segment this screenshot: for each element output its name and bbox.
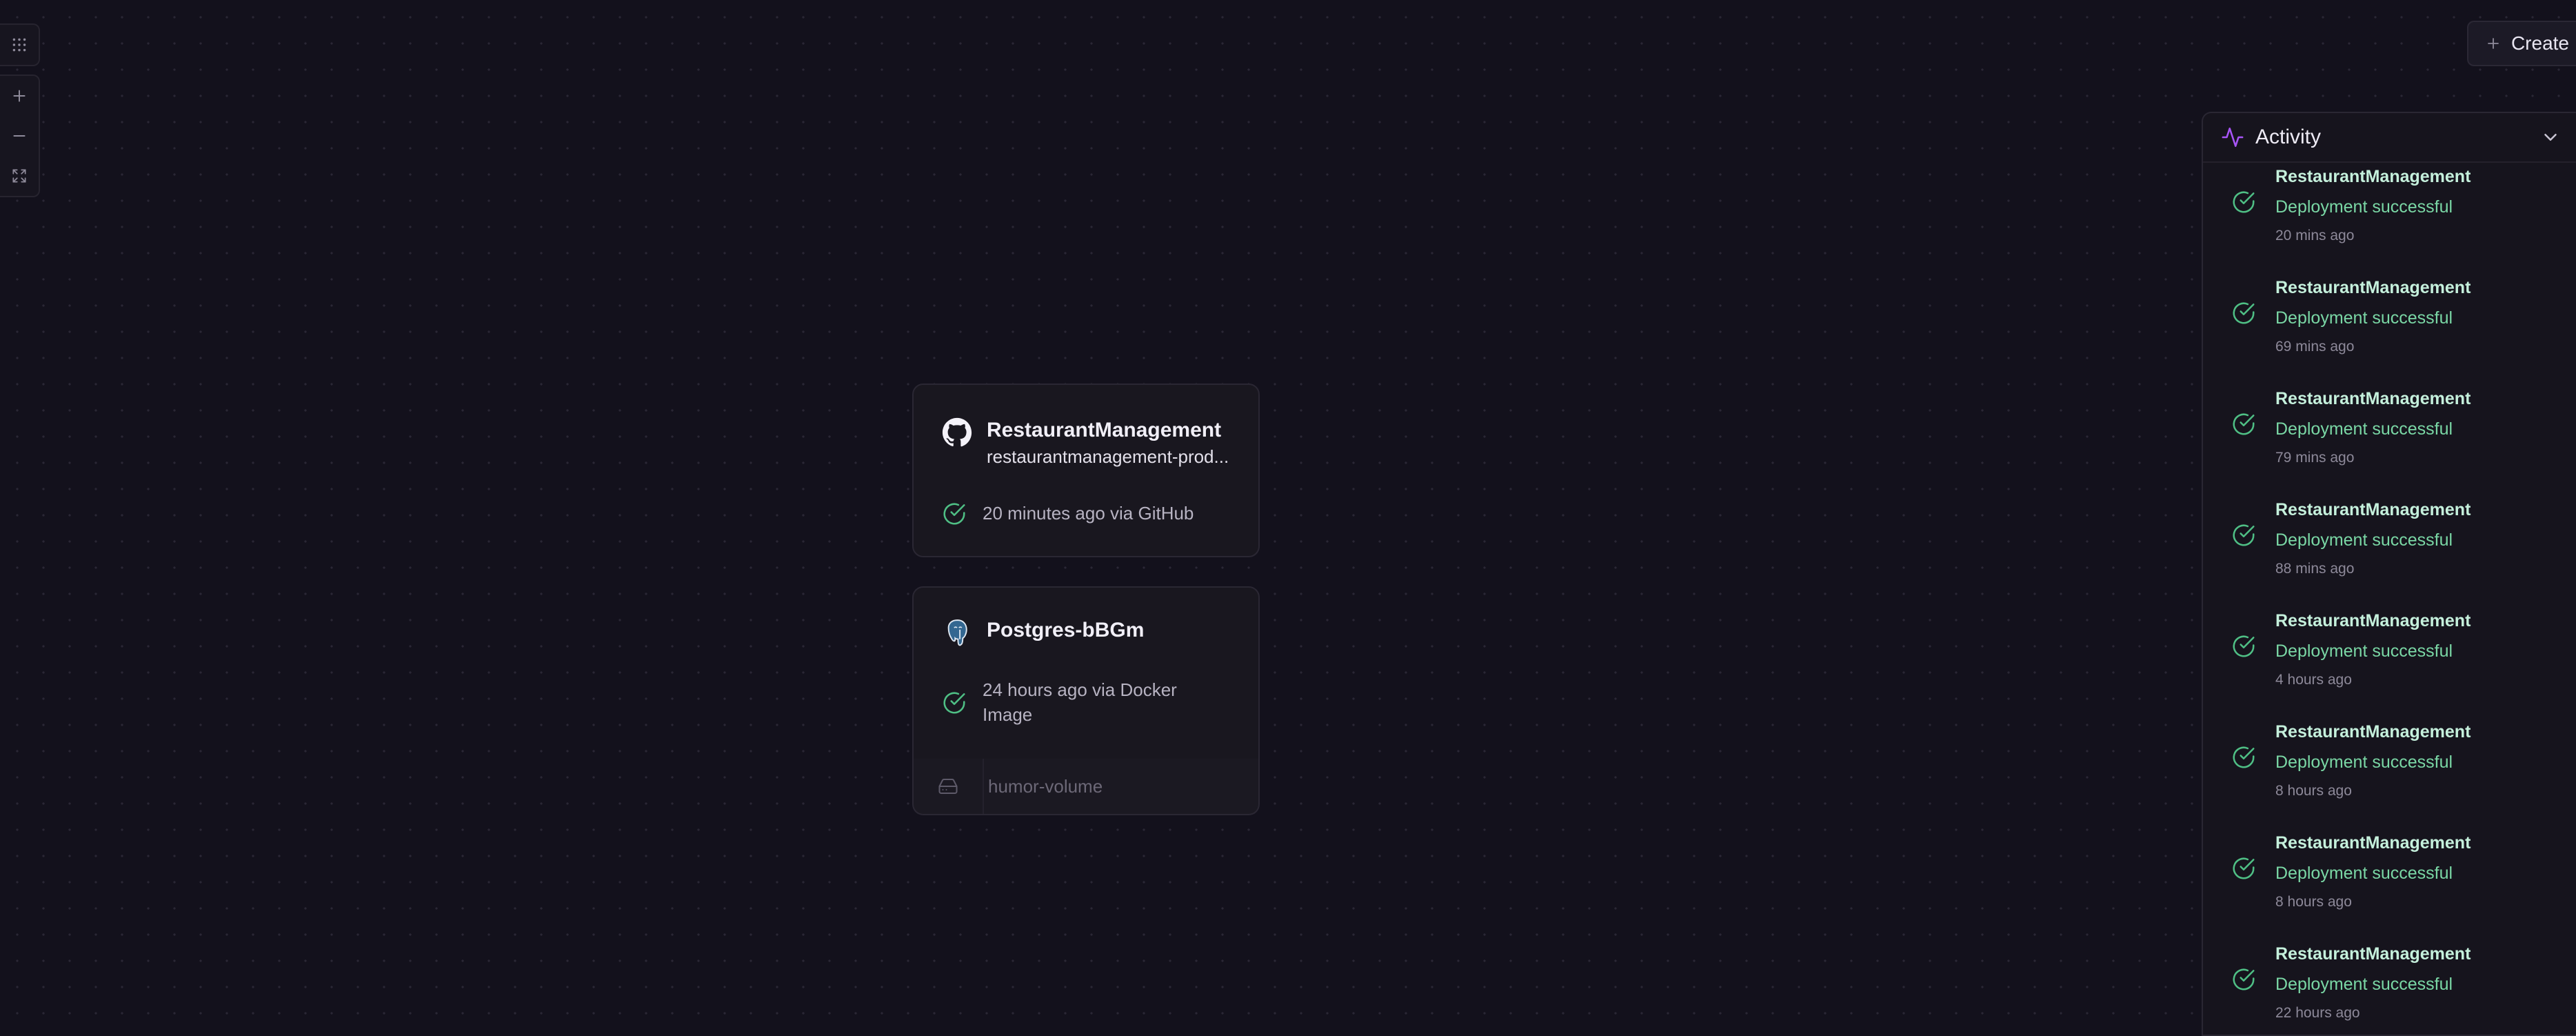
- service-title: Postgres-bBGm: [987, 619, 1145, 641]
- activity-item[interactable]: RestaurantManagement Deployment successf…: [2203, 163, 2576, 274]
- activity-header[interactable]: Activity: [2203, 113, 2576, 163]
- activity-message: Deployment successful: [2275, 530, 2453, 550]
- check-circle-icon: [943, 503, 965, 525]
- deployment-status: 24 hours ago via Docker Image: [941, 677, 1203, 727]
- github-icon: [941, 417, 973, 448]
- create-button-label: Create: [2510, 32, 2569, 54]
- volume-name: humor-volume: [988, 775, 1103, 797]
- service-title: RestaurantManagement: [987, 419, 1222, 441]
- activity-item[interactable]: RestaurantManagement Deployment successf…: [2203, 829, 2576, 940]
- check-circle-icon: [2233, 857, 2255, 879]
- activity-message: Deployment successful: [2275, 197, 2453, 217]
- activity-title: Activity: [2255, 126, 2322, 148]
- activity-item[interactable]: RestaurantManagement Deployment successf…: [2203, 718, 2576, 829]
- activity-time: 22 hours ago: [2275, 1005, 2360, 1021]
- check-circle-icon: [2233, 524, 2255, 546]
- activity-time: 79 mins ago: [2275, 450, 2355, 466]
- check-circle-icon: [2233, 191, 2255, 213]
- activity-service-name: RestaurantManagement: [2275, 722, 2471, 741]
- activity-service-name: RestaurantManagement: [2275, 944, 2471, 964]
- activity-service-name: RestaurantManagement: [2275, 833, 2471, 853]
- hard-drive-icon: [914, 759, 984, 814]
- activity-service-name: RestaurantManagement: [2275, 167, 2471, 186]
- zoom-in-button[interactable]: [0, 76, 39, 116]
- deployment-status-text: 24 hours ago via Docker Image: [983, 679, 1177, 725]
- apps-grid-button[interactable]: [0, 25, 39, 65]
- zoom-out-button[interactable]: [0, 116, 39, 156]
- activity-time: 69 mins ago: [2275, 339, 2355, 355]
- check-circle-icon: [2233, 635, 2255, 657]
- activity-item[interactable]: RestaurantManagement Deployment successf…: [2203, 940, 2576, 1035]
- activity-message: Deployment successful: [2275, 419, 2453, 439]
- activity-time: 8 hours ago: [2275, 894, 2352, 910]
- activity-service-name: RestaurantManagement: [2275, 389, 2471, 408]
- minus-icon: [13, 135, 26, 137]
- check-circle-icon: [2233, 302, 2255, 324]
- activity-item[interactable]: RestaurantManagement Deployment successf…: [2203, 607, 2576, 718]
- service-domain: restaurantmanagement-prod...: [987, 446, 1229, 467]
- service-card-postgres[interactable]: Postgres-bBGm 24 hours ago via Docker Im…: [912, 586, 1260, 760]
- plus-icon: [13, 90, 26, 102]
- deployment-status-text: 20 minutes ago via GitHub: [983, 503, 1194, 524]
- check-circle-icon: [2233, 413, 2255, 435]
- activity-service-name: RestaurantManagement: [2275, 278, 2471, 297]
- postgres-icon: [941, 617, 973, 648]
- fit-view-button[interactable]: [0, 156, 39, 196]
- create-button[interactable]: Create: [2466, 21, 2576, 66]
- activity-list: RestaurantManagement Deployment successf…: [2203, 163, 2576, 1035]
- activity-message: Deployment successful: [2275, 753, 2453, 772]
- activity-message: Deployment successful: [2275, 308, 2453, 328]
- check-circle-icon: [2233, 968, 2255, 990]
- check-circle-icon: [943, 692, 965, 714]
- activity-service-name: RestaurantManagement: [2275, 611, 2471, 630]
- activity-message: Deployment successful: [2275, 975, 2453, 994]
- activity-time: 8 hours ago: [2275, 783, 2352, 799]
- plus-icon: [2488, 38, 2499, 49]
- activity-item[interactable]: RestaurantManagement Deployment successf…: [2203, 496, 2576, 607]
- activity-service-name: RestaurantManagement: [2275, 500, 2471, 519]
- fit-screen-icon: [12, 169, 26, 183]
- chevron-down-icon[interactable]: [2540, 127, 2561, 148]
- activity-time: 88 mins ago: [2275, 561, 2355, 577]
- service-card-restaurantmanagement[interactable]: RestaurantManagement restaurantmanagemen…: [912, 383, 1260, 557]
- volume-attachment[interactable]: humor-volume: [912, 759, 1260, 815]
- apps-menu-group: [0, 23, 40, 66]
- activity-item[interactable]: RestaurantManagement Deployment successf…: [2203, 385, 2576, 496]
- activity-message: Deployment successful: [2275, 641, 2453, 661]
- grid-icon: [12, 38, 26, 52]
- check-circle-icon: [2233, 746, 2255, 768]
- activity-time: 4 hours ago: [2275, 672, 2352, 688]
- activity-item[interactable]: RestaurantManagement Deployment successf…: [2203, 274, 2576, 385]
- activity-panel: Activity RestaurantManagement Deployment…: [2202, 112, 2576, 1036]
- activity-time: 20 mins ago: [2275, 228, 2355, 243]
- zoom-controls: [0, 74, 40, 197]
- activity-message: Deployment successful: [2275, 864, 2453, 883]
- deployment-status: 20 minutes ago via GitHub: [941, 501, 1194, 527]
- activity-pulse-icon: [2222, 127, 2244, 148]
- project-canvas[interactable]: [0, 0, 2576, 1029]
